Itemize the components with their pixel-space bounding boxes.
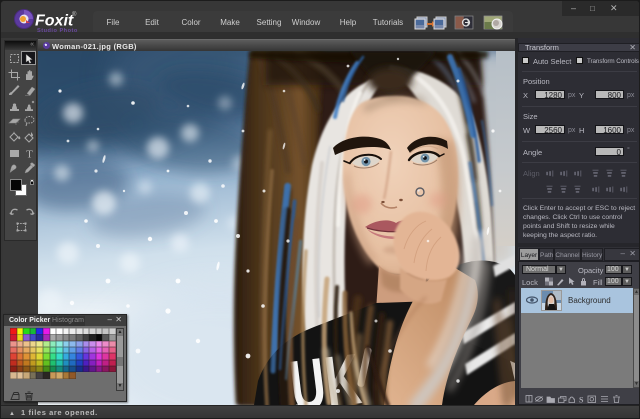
- svg-text:Fοxit: Fοxit: [35, 13, 74, 30]
- svg-text:S: S: [579, 396, 584, 405]
- svg-text:T: T: [26, 148, 33, 159]
- svg-text:®: ®: [72, 11, 77, 18]
